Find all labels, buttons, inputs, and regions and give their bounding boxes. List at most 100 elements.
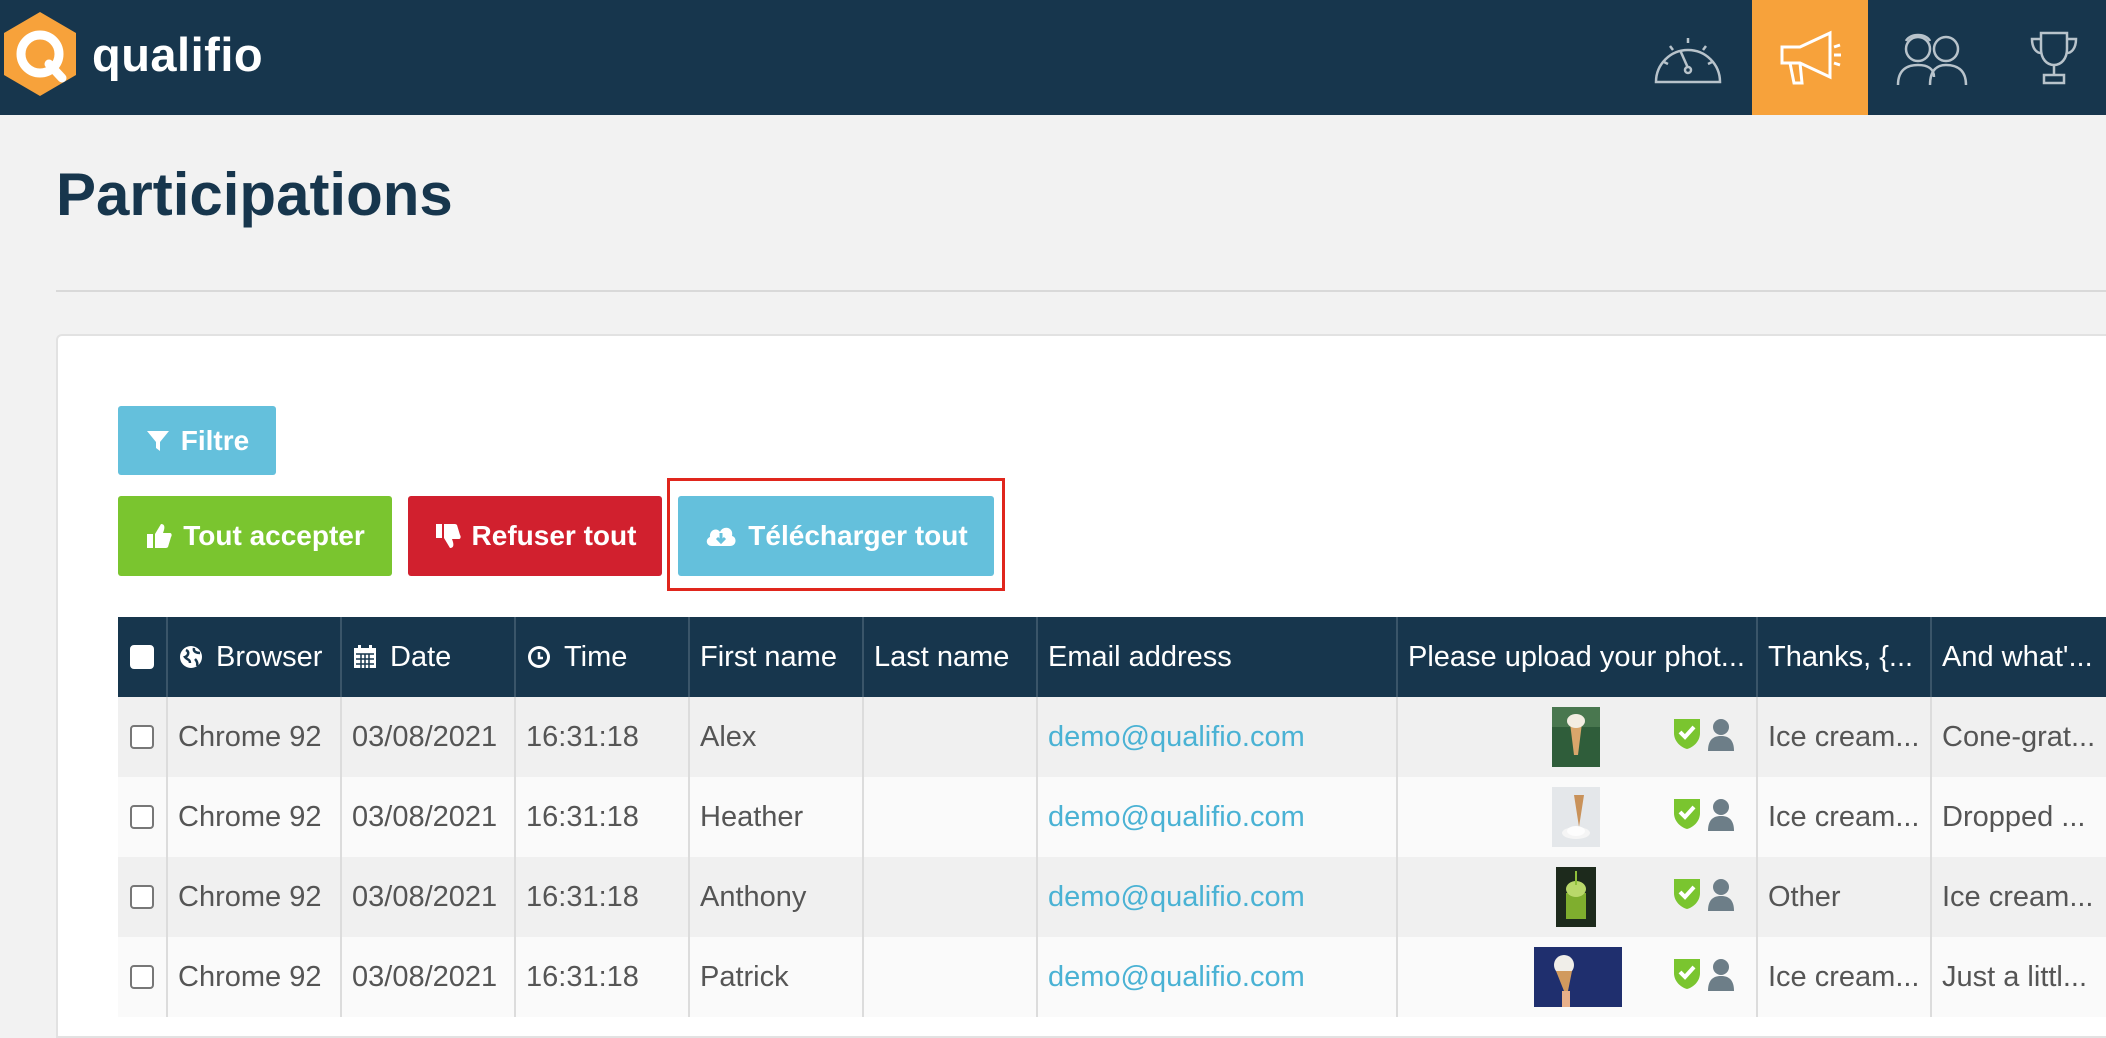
row-checkbox[interactable]: [130, 965, 154, 989]
row-select-cell: [118, 697, 168, 777]
time-cell: 16:31:18: [516, 697, 690, 777]
answer2-cell: Ice cream...: [1942, 880, 2094, 913]
photo-thumbnail[interactable]: [1534, 947, 1622, 1007]
column-header-first-name[interactable]: First name: [690, 617, 864, 697]
nav-prizes[interactable]: [1996, 0, 2106, 115]
email-link[interactable]: demo@qualifio.com: [1038, 697, 1398, 777]
first-name-cell: Heather: [690, 777, 864, 857]
column-label: Time: [564, 640, 628, 673]
table-row[interactable]: Chrome 92 03/08/2021 16:31:18 Patrick de…: [118, 937, 2106, 1017]
column-header-email[interactable]: Email address: [1038, 617, 1398, 697]
refuse-all-button[interactable]: Refuser tout: [408, 496, 662, 576]
answer1-cell: Other: [1758, 857, 1932, 937]
user-profile-icon[interactable]: [1706, 877, 1736, 911]
column-label: First name: [700, 640, 837, 673]
select-all-checkbox[interactable]: [130, 645, 154, 669]
answer1-cell: Ice cream...: [1758, 697, 1932, 777]
qualifio-logo-icon: [4, 12, 76, 96]
user-profile-icon[interactable]: [1706, 797, 1736, 831]
first-name-cell: Alex: [690, 697, 864, 777]
moderation-status: [1672, 957, 1736, 991]
user-profile-icon[interactable]: [1706, 717, 1736, 751]
browser-cell: Chrome 92: [168, 937, 342, 1017]
answer2-cell: Dropped ...: [1942, 800, 2086, 833]
column-label: Browser: [216, 640, 323, 673]
photo-cell: [1398, 697, 1758, 777]
table-row[interactable]: Chrome 92 03/08/2021 16:31:18 Anthony de…: [118, 857, 2106, 937]
nav-participants[interactable]: [1874, 0, 1990, 115]
column-header-browser[interactable]: Browser: [168, 617, 342, 697]
nav-dashboard[interactable]: [1630, 0, 1746, 115]
last-name-cell: [864, 857, 1038, 937]
email-link[interactable]: demo@qualifio.com: [1038, 857, 1398, 937]
table-row[interactable]: Chrome 92 03/08/2021 16:31:18 Alex demo@…: [118, 697, 2106, 777]
photo-thumbnail[interactable]: [1552, 787, 1600, 847]
calendar-icon: [354, 645, 376, 668]
trophy-icon: [2030, 31, 2078, 84]
row-checkbox[interactable]: [130, 885, 154, 909]
time-cell: 16:31:18: [516, 777, 690, 857]
photo-thumbnail[interactable]: [1556, 867, 1596, 927]
clock-icon: [528, 646, 550, 668]
answer2-cell: Cone-grat...: [1942, 720, 2096, 753]
column-header-answer2[interactable]: And what'...: [1932, 617, 2106, 697]
column-label: Last name: [874, 640, 1010, 673]
column-header-date[interactable]: Date: [342, 617, 516, 697]
moderation-status: [1672, 797, 1736, 831]
column-label: Please upload your phot...: [1408, 640, 1745, 673]
last-name-cell: [864, 777, 1038, 857]
column-header-photo[interactable]: Please upload your phot...: [1398, 617, 1758, 697]
thumbs-up-icon: [147, 524, 172, 548]
globe-icon: [180, 646, 202, 668]
column-header-answer1[interactable]: Thanks, {...: [1758, 617, 1932, 697]
last-name-cell: [864, 937, 1038, 1017]
thumbs-down-icon: [435, 524, 461, 548]
column-header-last-name[interactable]: Last name: [864, 617, 1038, 697]
row-checkbox[interactable]: [130, 805, 154, 829]
nav-campaigns[interactable]: [1752, 0, 1868, 115]
table-row[interactable]: Chrome 92 03/08/2021 16:31:18 Heather de…: [118, 777, 2106, 857]
page-title: Participations: [56, 161, 453, 228]
time-cell: 16:31:18: [516, 937, 690, 1017]
column-label: And what'...: [1942, 640, 2093, 673]
photo-cell: [1398, 777, 1758, 857]
filter-icon: [146, 430, 169, 451]
photo-thumbnail[interactable]: [1552, 707, 1600, 767]
email-link[interactable]: demo@qualifio.com: [1038, 937, 1398, 1017]
date-cell: 03/08/2021: [342, 857, 516, 937]
brand-name: qualifio: [92, 27, 264, 81]
date-cell: 03/08/2021: [342, 777, 516, 857]
answer1-cell: Ice cream...: [1758, 937, 1932, 1017]
approved-shield-icon[interactable]: [1672, 797, 1702, 831]
row-select-cell: [118, 937, 168, 1017]
email-link[interactable]: demo@qualifio.com: [1038, 777, 1398, 857]
approved-shield-icon[interactable]: [1672, 957, 1702, 991]
moderation-status: [1672, 877, 1736, 911]
approved-shield-icon[interactable]: [1672, 877, 1702, 911]
top-navbar: qualifio: [0, 0, 2106, 115]
participants-icon: [1896, 33, 1968, 85]
column-label: Thanks, {...: [1768, 640, 1914, 673]
column-label: Email address: [1048, 640, 1232, 673]
megaphone-icon: [1780, 30, 1841, 84]
highlight-box: [667, 478, 1005, 591]
filter-button-label: Filtre: [180, 424, 250, 456]
table-header: Browser Date Time First name Last name E…: [118, 617, 2106, 697]
accept-all-label: Tout accepter: [183, 520, 365, 551]
approved-shield-icon[interactable]: [1672, 717, 1702, 751]
select-all-header: [118, 617, 168, 697]
column-label: Date: [390, 640, 452, 673]
accept-all-button[interactable]: Tout accepter: [118, 496, 392, 576]
browser-cell: Chrome 92: [168, 857, 342, 937]
filter-button[interactable]: Filtre: [118, 406, 276, 475]
column-header-time[interactable]: Time: [516, 617, 690, 697]
first-name-cell: Patrick: [690, 937, 864, 1017]
row-select-cell: [118, 777, 168, 857]
row-checkbox[interactable]: [130, 725, 154, 749]
first-name-cell: Anthony: [690, 857, 864, 937]
qualifio-logo[interactable]: qualifio: [0, 6, 263, 102]
user-profile-icon[interactable]: [1706, 957, 1736, 991]
photo-cell: [1398, 937, 1758, 1017]
refuse-all-label: Refuser tout: [471, 520, 637, 551]
date-cell: 03/08/2021: [342, 937, 516, 1017]
